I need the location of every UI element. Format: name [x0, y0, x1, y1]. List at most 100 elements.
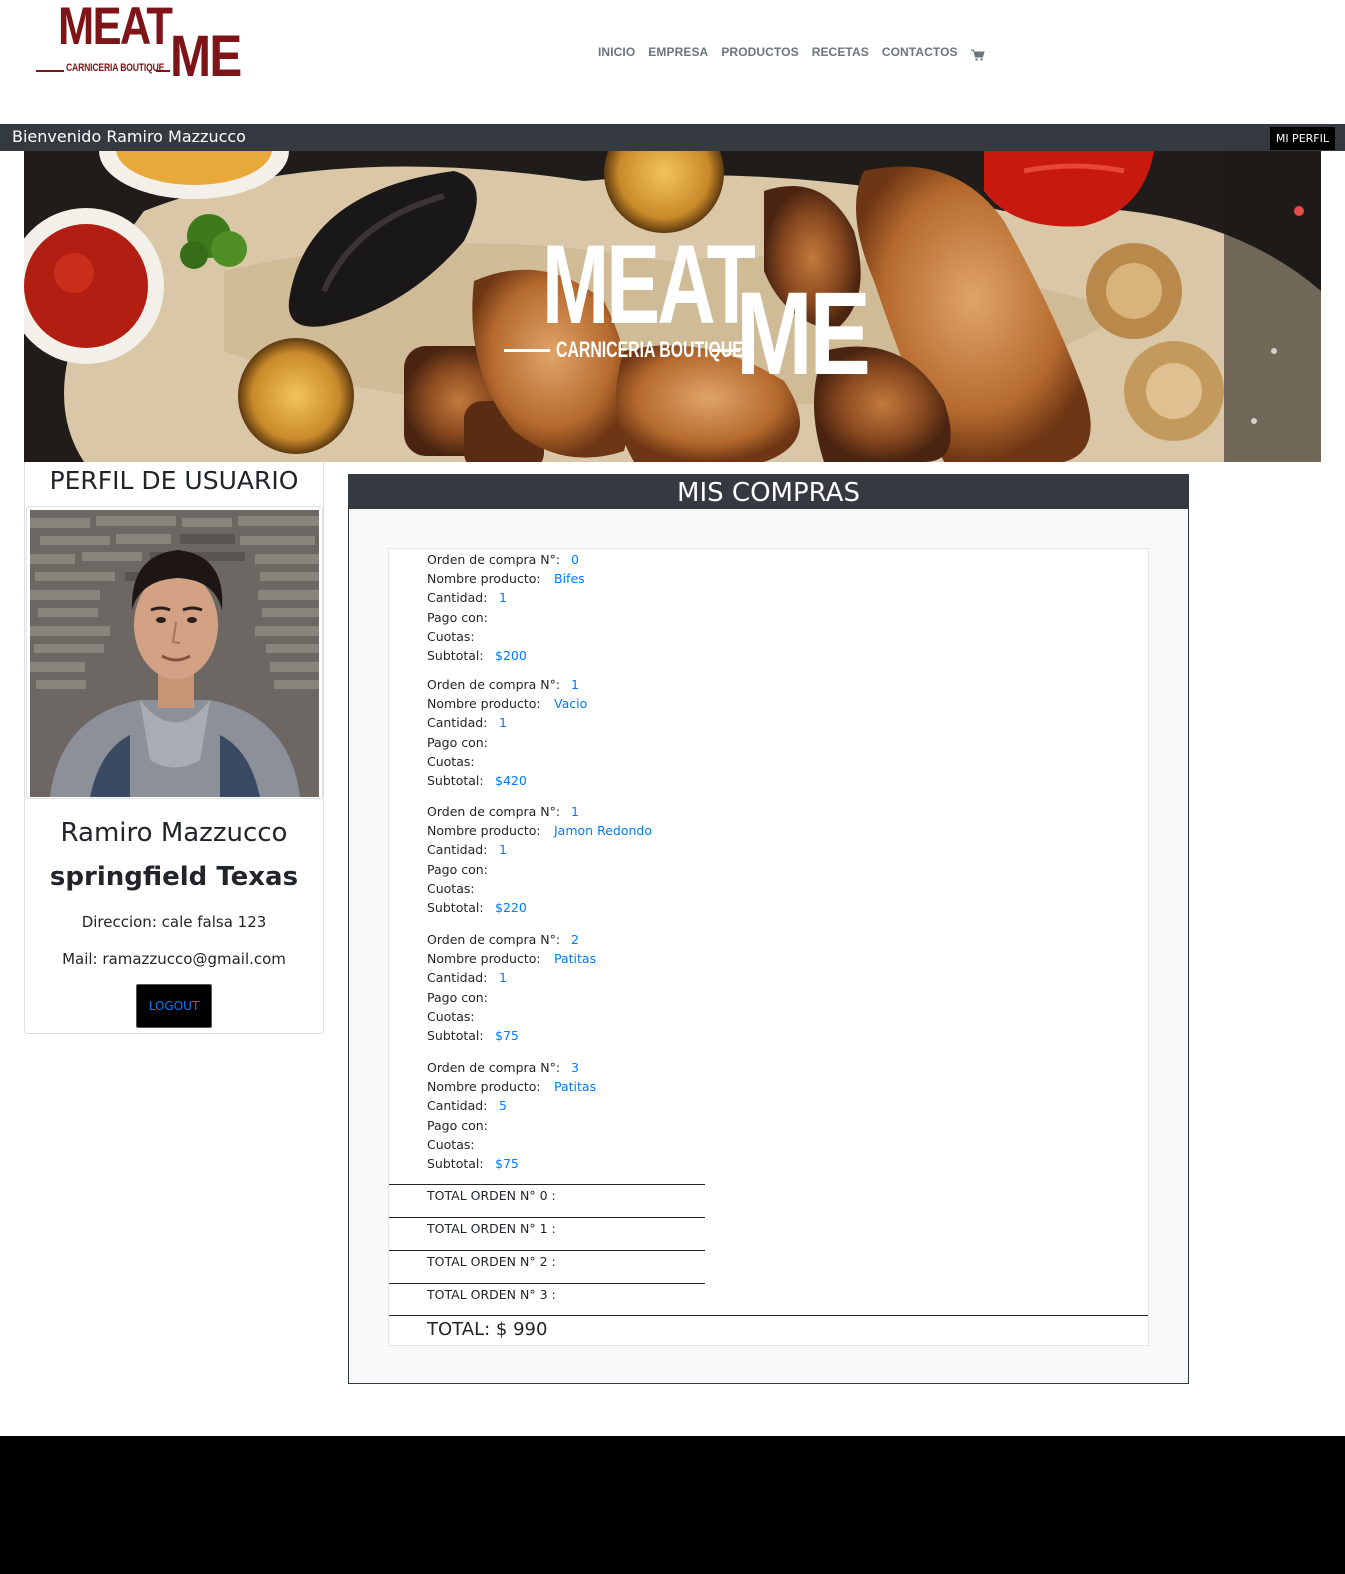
avatar	[30, 510, 319, 797]
installments-label: Cuotas:	[427, 1136, 475, 1152]
subtotal-value: $420	[495, 772, 527, 788]
welcome-bar: Bienvenido Ramiro Mazzucco MI PERFIL	[0, 124, 1345, 151]
banner-logo-me: ME	[736, 268, 871, 400]
divider	[389, 1315, 1148, 1316]
order-number-label: Orden de compra N°:	[427, 932, 561, 947]
brand-logo[interactable]: MEAT ME CARNICERIA BOUTIQUE	[36, 0, 242, 86]
banner-logo-meat: MEAT	[542, 222, 756, 347]
page-footer	[0, 1436, 1345, 1574]
nav-item-recetas[interactable]: RECETAS	[812, 45, 869, 59]
product-name-value: Bifes	[554, 571, 585, 587]
order-number-value: 1	[571, 677, 579, 692]
quantity-value: 1	[499, 970, 507, 986]
order-number-value: 2	[571, 932, 579, 947]
subtotal-label: Subtotal:	[427, 1027, 484, 1043]
subtotal-label: Subtotal:	[427, 899, 484, 915]
subtotal-value: $220	[495, 899, 527, 915]
installments-label: Cuotas:	[427, 1008, 475, 1024]
order-item: Orden de compra N°: 2 Nombre producto: Pat…	[427, 930, 596, 1045]
order-number-label: Orden de compra N°:	[427, 1060, 561, 1075]
purchases-title: MIS COMPRAS	[349, 475, 1188, 509]
order-item: Orden de compra N°: 1 Nombre producto: Jam…	[427, 802, 652, 917]
product-name-label: Nombre producto:	[427, 571, 541, 587]
subtotal-label: Subtotal:	[427, 1155, 484, 1171]
order-item: Orden de compra N°: 3 Nombre producto: Pat…	[427, 1058, 596, 1173]
order-total: TOTAL ORDEN N° 1 :	[427, 1221, 556, 1236]
order-item: Orden de compra N°: 0 Nombre producto: Bif…	[427, 550, 585, 665]
subtotal-label: Subtotal:	[427, 772, 484, 788]
profile-title: PERFIL DE USUARIO	[49, 466, 299, 495]
nav-item-productos[interactable]: PRODUCTOS	[721, 45, 798, 59]
product-name-value: Patitas	[554, 1079, 597, 1095]
hero-banner: MEAT ME CARNICERIA BOUTIQUE	[24, 151, 1321, 462]
subtotal-label: Subtotal:	[427, 647, 484, 663]
banner-logo-line	[504, 349, 550, 352]
user-profile-card: PERFIL DE USUARIO Ramiro Mazzucco spring…	[24, 462, 324, 1034]
order-number-label: Orden de compra N°:	[427, 552, 561, 567]
quantity-value: 5	[499, 1098, 507, 1114]
purchases-list: Orden de compra N°: 0 Nombre producto: Bif…	[388, 548, 1149, 1346]
logo-line	[36, 70, 64, 72]
quantity-label: Cantidad:	[427, 970, 488, 986]
main-nav: INICIO EMPRESA PRODUCTOS RECETAS CONTACT…	[598, 45, 985, 61]
nav-item-inicio[interactable]: INICIO	[598, 45, 635, 59]
quantity-label: Cantidad:	[427, 1098, 488, 1114]
quantity-value: 1	[499, 590, 507, 606]
my-profile-button[interactable]: MI PERFIL	[1269, 127, 1335, 150]
purchases-panel: MIS COMPRAS Orden de compra N°: 0 Nombre …	[348, 474, 1189, 1384]
product-name-label: Nombre producto:	[427, 1079, 541, 1095]
logo-line	[156, 70, 170, 72]
user-city: springfield Texas	[49, 862, 299, 892]
shopping-cart-icon[interactable]	[970, 46, 985, 61]
installments-label: Cuotas:	[427, 880, 475, 896]
logo-word-meat: MEAT	[58, 0, 173, 56]
product-name-value: Jamon Redondo	[554, 823, 652, 839]
divider	[389, 1250, 705, 1251]
divider	[389, 1184, 705, 1185]
order-number-label: Orden de compra N°:	[427, 677, 561, 692]
quantity-label: Cantidad:	[427, 842, 488, 858]
avatar-frame	[26, 506, 323, 799]
payment-label: Pago con:	[427, 989, 488, 1005]
quantity-value: 1	[499, 842, 507, 858]
order-total: TOTAL ORDEN N° 3 :	[427, 1287, 556, 1302]
product-name-label: Nombre producto:	[427, 951, 541, 967]
product-name-label: Nombre producto:	[427, 696, 541, 712]
product-name-value: Vacio	[554, 696, 588, 712]
logo-word-me: ME	[170, 24, 242, 89]
installments-label: Cuotas:	[427, 628, 475, 644]
quantity-label: Cantidad:	[427, 590, 488, 606]
nav-item-empresa[interactable]: EMPRESA	[648, 45, 708, 59]
user-email: Mail: ramazzucco@gmail.com	[62, 950, 286, 968]
banner-logo: MEAT ME CARNICERIA BOUTIQUE	[504, 222, 871, 393]
order-item: Orden de compra N°: 1 Nombre producto: Vac…	[427, 675, 587, 790]
subtotal-value: $75	[495, 1155, 519, 1171]
product-name-label: Nombre producto:	[427, 823, 541, 839]
logout-button[interactable]: LOGOUT	[136, 984, 212, 1028]
grand-total: TOTAL: $ 990	[427, 1319, 548, 1340]
subtotal-value: $200	[495, 647, 527, 663]
payment-label: Pago con:	[427, 609, 488, 625]
user-name: Ramiro Mazzucco	[60, 818, 288, 848]
payment-label: Pago con:	[427, 1117, 488, 1133]
divider	[389, 1217, 705, 1218]
payment-label: Pago con:	[427, 734, 488, 750]
banner-logo-line	[712, 349, 740, 352]
payment-label: Pago con:	[427, 861, 488, 877]
welcome-message: Bienvenido Ramiro Mazzucco	[12, 127, 246, 146]
order-number-value: 1	[571, 804, 579, 819]
quantity-label: Cantidad:	[427, 715, 488, 731]
order-total: TOTAL ORDEN N° 0 :	[427, 1188, 556, 1203]
installments-label: Cuotas:	[427, 753, 475, 769]
logo-tagline: CARNICERIA BOUTIQUE	[66, 62, 165, 74]
order-total: TOTAL ORDEN N° 2 :	[427, 1254, 556, 1269]
order-number-value: 3	[571, 1060, 579, 1075]
quantity-value: 1	[499, 715, 507, 731]
subtotal-value: $75	[495, 1027, 519, 1043]
product-name-value: Patitas	[554, 951, 597, 967]
user-address: Direccion: cale falsa 123	[81, 913, 267, 931]
divider	[389, 1283, 705, 1284]
order-number-label: Orden de compra N°:	[427, 804, 561, 819]
order-number-value: 0	[571, 552, 579, 567]
nav-item-contactos[interactable]: CONTACTOS	[882, 45, 958, 59]
